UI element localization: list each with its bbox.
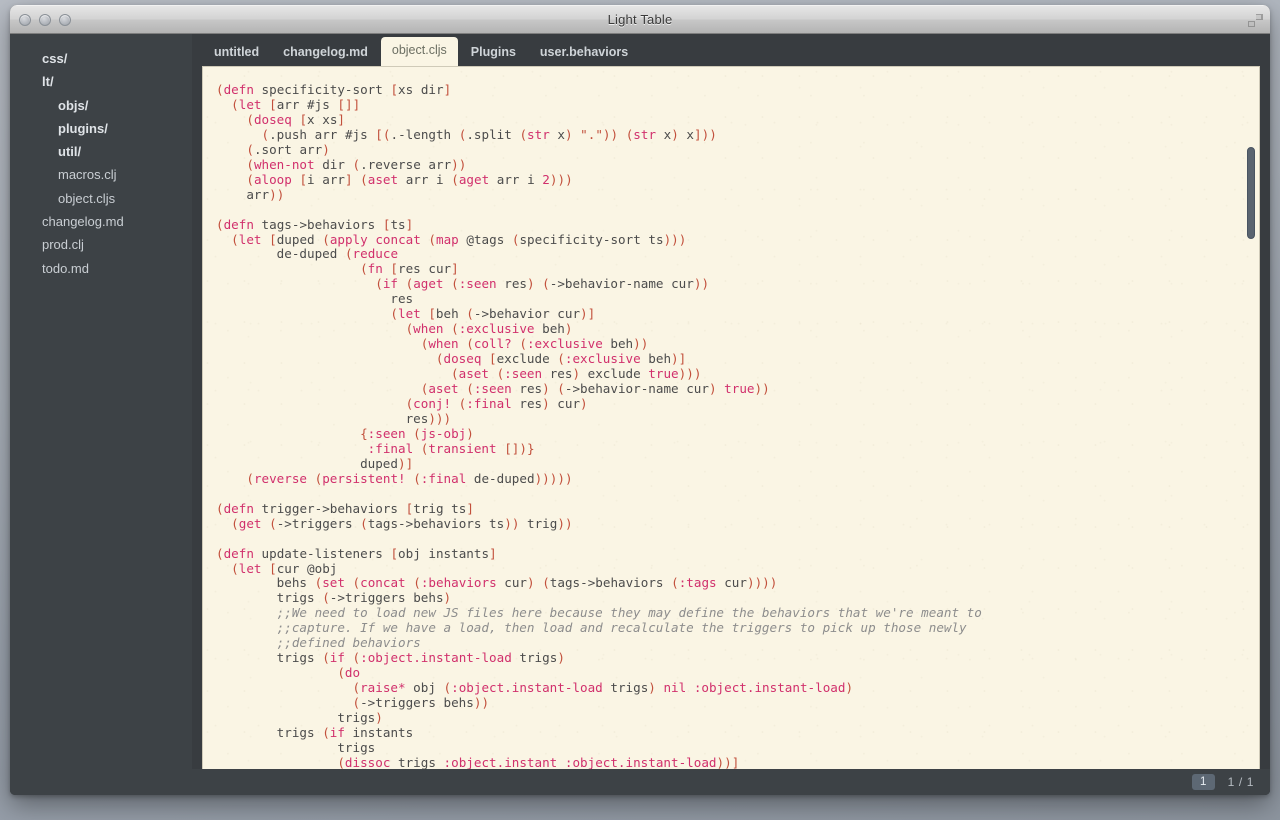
- application-window: Light Table css/ lt/ objs/ plugins/ util…: [10, 5, 1270, 795]
- sidebar-item-util[interactable]: util/: [10, 140, 192, 163]
- tab-user-behaviors[interactable]: user.behaviors: [529, 39, 639, 66]
- tab-untitled[interactable]: untitled: [203, 39, 270, 66]
- sidebar-item-css[interactable]: css/: [10, 47, 192, 70]
- sidebar-item-objs[interactable]: objs/: [10, 94, 192, 117]
- sidebar-item-lt[interactable]: lt/: [10, 70, 192, 93]
- sidebar-item-prod-clj[interactable]: prod.clj: [10, 233, 192, 256]
- sidebar-item-todo-md[interactable]: todo.md: [10, 257, 192, 280]
- file-tree-sidebar: css/ lt/ objs/ plugins/ util/ macros.clj…: [10, 34, 192, 795]
- code-editor-pane[interactable]: (defn specificity-sort [xs dir] (let [ar…: [202, 66, 1260, 769]
- status-page-count: 1 / 1: [1228, 775, 1254, 789]
- tab-object-cljs[interactable]: object.cljs: [381, 37, 458, 66]
- code-content[interactable]: (defn specificity-sort [xs dir] (let [ar…: [216, 83, 1259, 769]
- window-body: css/ lt/ objs/ plugins/ util/ macros.clj…: [10, 34, 1270, 795]
- tab-bar: untitled changelog.md object.cljs Plugin…: [192, 34, 1270, 66]
- title-bar: Light Table: [10, 5, 1270, 34]
- status-bar: 1 1 / 1: [192, 769, 1270, 795]
- resize-corner-icon[interactable]: [1248, 14, 1263, 28]
- window-title: Light Table: [10, 6, 1270, 34]
- status-badge[interactable]: 1: [1192, 774, 1215, 790]
- sidebar-item-changelog-md[interactable]: changelog.md: [10, 210, 192, 233]
- editor-scrollbar[interactable]: [1246, 71, 1256, 765]
- sidebar-item-macros-clj[interactable]: macros.clj: [10, 163, 192, 186]
- editor-scrollbar-thumb[interactable]: [1247, 147, 1255, 239]
- tab-changelog-md[interactable]: changelog.md: [272, 39, 379, 66]
- sidebar-item-plugins[interactable]: plugins/: [10, 117, 192, 140]
- sidebar-item-object-cljs[interactable]: object.cljs: [10, 187, 192, 210]
- tab-plugins[interactable]: Plugins: [460, 39, 527, 66]
- main-editor-area: untitled changelog.md object.cljs Plugin…: [192, 34, 1270, 795]
